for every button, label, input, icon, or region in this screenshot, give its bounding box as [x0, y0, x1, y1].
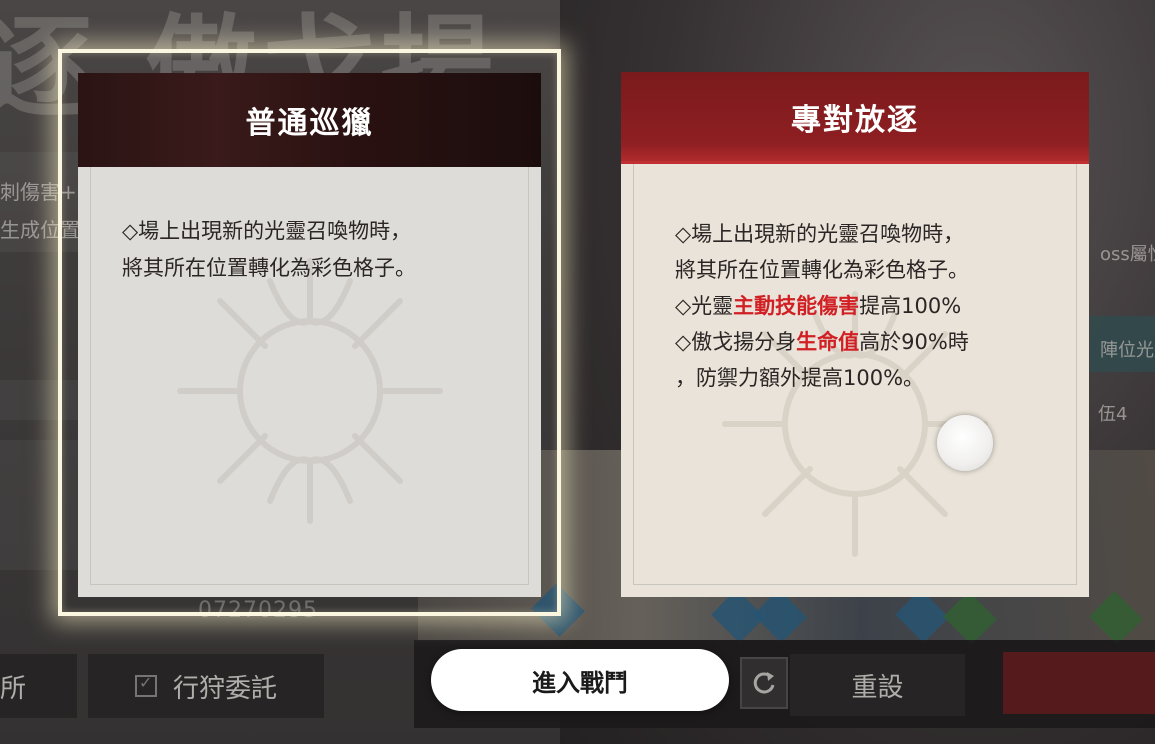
description-line: ◇場上出現新的光靈召喚物時，: [122, 219, 412, 243]
normal-patrol-title: 普通巡獵: [245, 106, 374, 141]
description-line: ◇光靈主動技能傷害提高100%: [675, 288, 969, 324]
description-text: 提高100%: [859, 294, 962, 318]
normal-patrol-body: ◇場上出現新的光靈召喚物時， 將其所在位置轉化為彩色格子。: [78, 167, 541, 597]
enter-battle-button[interactable]: 進入戰鬥: [431, 649, 729, 711]
normal-patrol-card[interactable]: 普通巡獵 ◇場上出現新的光靈召喚物時， 將其所在位置轉化為彩色格子。: [58, 49, 561, 616]
description-text: 高於90%時: [859, 330, 969, 354]
normal-patrol-header: 普通巡獵: [78, 73, 541, 167]
targeted-exile-title: 專對放逐: [791, 102, 919, 138]
highlight-hp: 生命值: [796, 330, 860, 354]
description-line: 將其所在位置轉化為彩色格子。: [675, 258, 969, 282]
description-line: ，防禦力額外提高100%。: [675, 366, 925, 390]
highlight-skill-damage: 主動技能傷害: [733, 294, 860, 318]
normal-patrol-card-inner: 普通巡獵 ◇場上出現新的光靈召喚物時， 將其所在位置轉化為彩色格子。: [78, 73, 541, 597]
description-text: ◇光靈: [675, 294, 734, 318]
targeted-exile-card[interactable]: 專對放逐 ◇場上出現新的光靈召喚物時， 將其所在位置轉化為彩色格子。 ◇光靈主動…: [621, 72, 1089, 597]
description-line: 將其所在位置轉化為彩色格子。: [122, 256, 416, 280]
touch-indicator: [937, 415, 993, 471]
enter-battle-label: 進入戰鬥: [532, 668, 628, 697]
description-line: ◇傲戈揚分身生命值高於90%時: [675, 324, 969, 360]
targeted-exile-header: 專對放逐: [621, 72, 1089, 164]
description-line: ◇場上出現新的光靈召喚物時，: [675, 222, 965, 246]
description-text: ◇傲戈揚分身: [675, 330, 797, 354]
normal-patrol-description: ◇場上出現新的光靈召喚物時， 將其所在位置轉化為彩色格子。: [122, 213, 416, 287]
targeted-exile-description: ◇場上出現新的光靈召喚物時， 將其所在位置轉化為彩色格子。 ◇光靈主動技能傷害提…: [675, 216, 969, 396]
targeted-exile-body: ◇場上出現新的光靈召喚物時， 將其所在位置轉化為彩色格子。 ◇光靈主動技能傷害提…: [621, 164, 1089, 597]
